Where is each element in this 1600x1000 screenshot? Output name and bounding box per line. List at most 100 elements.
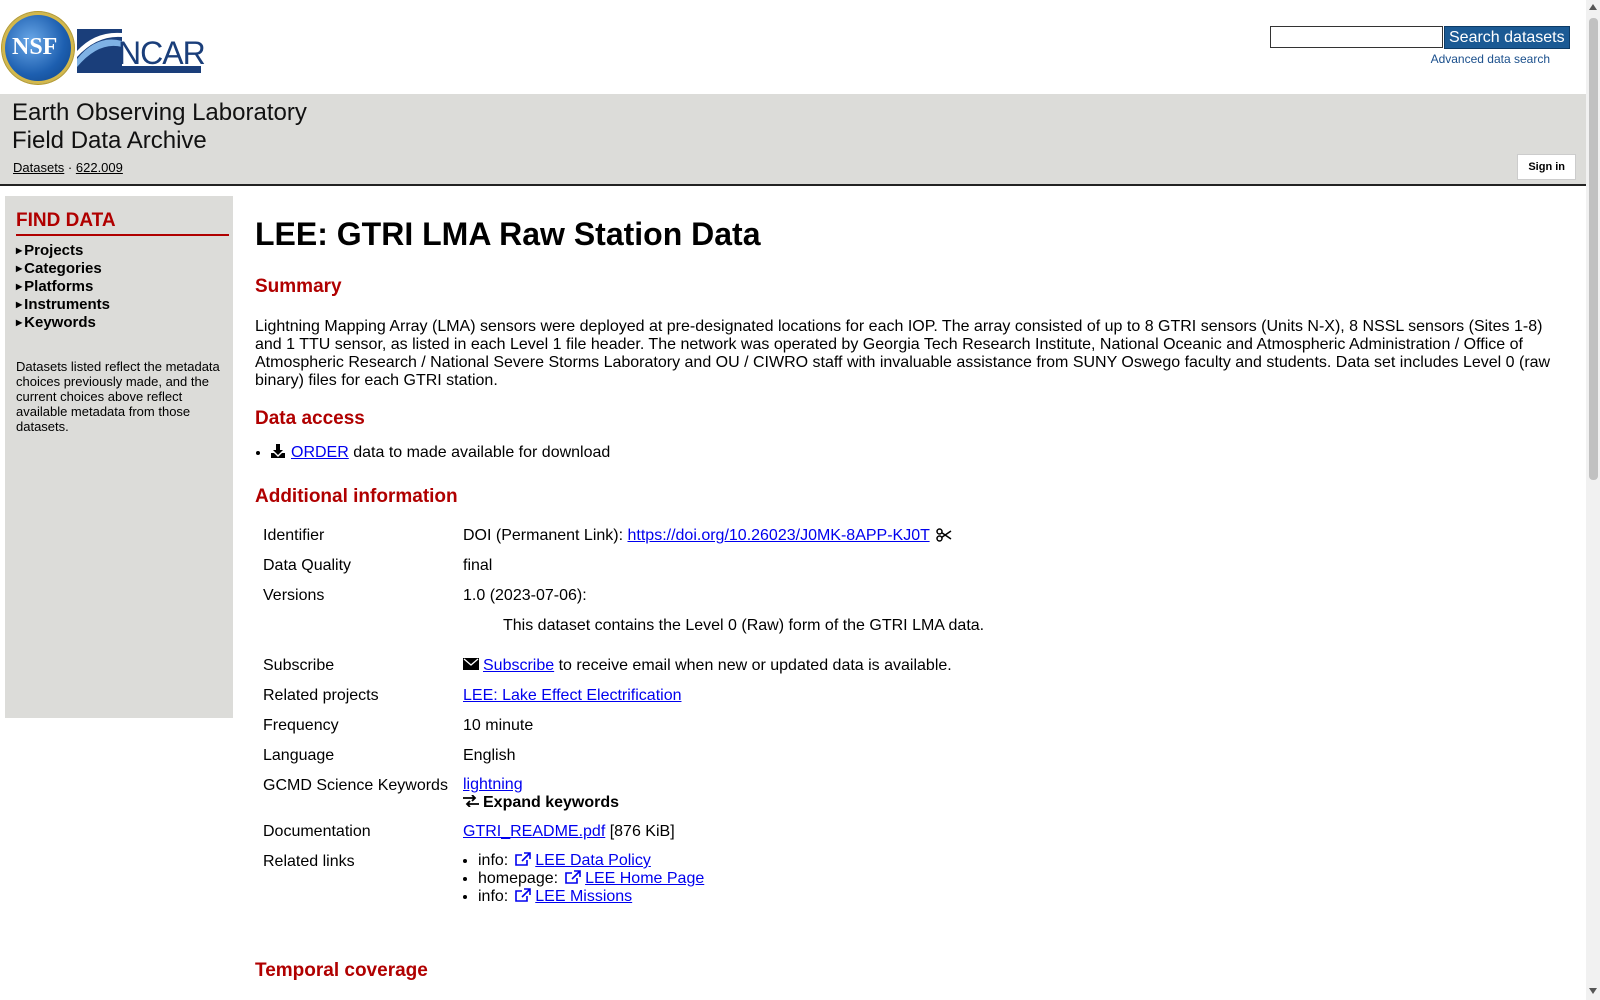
temporal-coverage-heading: Temporal coverage bbox=[255, 960, 428, 981]
site-title-line1: Earth Observing Laboratory bbox=[12, 99, 307, 126]
breadcrumb-dataset-id[interactable]: 622.009 bbox=[76, 160, 123, 175]
documentation-link[interactable]: GTRI_README.pdf bbox=[463, 823, 605, 840]
table-row: Data Quality final bbox=[258, 551, 989, 581]
subscribe-value: Subscribe to receive email when new or u… bbox=[458, 651, 989, 681]
search-input[interactable] bbox=[1270, 26, 1443, 48]
versions-label: Versions bbox=[263, 587, 325, 604]
related-links-list: info: LEE Data Policy homepage: LEE Home… bbox=[463, 852, 984, 906]
list-item: info: LEE Data Policy bbox=[478, 852, 984, 870]
data-access-item: ORDER data to made available for downloa… bbox=[271, 444, 610, 462]
subscribe-link[interactable]: Subscribe bbox=[483, 657, 554, 674]
sidebar-item-projects[interactable]: Projects bbox=[16, 242, 110, 260]
breadcrumb: Datasets · 622.009 bbox=[13, 160, 123, 175]
top-header: NSF NCAR Search datasets Advanced data s… bbox=[0, 0, 1586, 94]
external-link-icon bbox=[515, 852, 532, 866]
version-number: 1.0 (2023-07-06): bbox=[463, 587, 587, 604]
nsf-logo-text: NSF bbox=[12, 34, 58, 60]
sidebar-item-instruments[interactable]: Instruments bbox=[16, 296, 110, 314]
additional-information-heading: Additional information bbox=[255, 486, 458, 507]
related-projects-label: Related projects bbox=[263, 687, 379, 704]
data-access-list: ORDER data to made available for downloa… bbox=[255, 444, 610, 462]
find-data-list: Projects Categories Platforms Instrument… bbox=[16, 242, 110, 332]
data-quality-value: final bbox=[463, 557, 493, 574]
page-title: LEE: GTRI LMA Raw Station Data bbox=[255, 216, 761, 252]
scroll-down-arrow-icon[interactable] bbox=[1589, 988, 1597, 994]
related-project-link[interactable]: LEE: Lake Effect Electrification bbox=[463, 687, 681, 704]
nsf-logo[interactable]: NSF bbox=[2, 12, 74, 84]
scroll-up-arrow-icon[interactable] bbox=[1589, 4, 1597, 10]
gcmd-keywords-label: GCMD Science Keywords bbox=[263, 777, 448, 794]
site-title-line2: Field Data Archive bbox=[12, 127, 207, 154]
summary-heading: Summary bbox=[255, 276, 342, 297]
related-link-type: homepage: bbox=[478, 870, 559, 887]
page-scrollbar[interactable] bbox=[1586, 0, 1600, 1000]
identifier-label: Identifier bbox=[263, 527, 325, 544]
related-link-missions[interactable]: LEE Missions bbox=[535, 888, 632, 905]
related-links-label: Related links bbox=[263, 853, 355, 870]
related-link-data-policy[interactable]: LEE Data Policy bbox=[535, 852, 651, 869]
documentation-value: GTRI_README.pdf [876 KiB] bbox=[458, 817, 989, 847]
related-link-home-page[interactable]: LEE Home Page bbox=[585, 870, 704, 887]
frequency-label: Frequency bbox=[263, 717, 339, 734]
expand-keywords-button[interactable]: Expand keywords bbox=[463, 794, 619, 811]
list-item: homepage: LEE Home Page bbox=[478, 870, 984, 888]
keyword-link-lightning[interactable]: lightning bbox=[463, 776, 523, 793]
doi-link[interactable]: https://doi.org/10.26023/J0MK-8APP-KJ0T bbox=[628, 527, 930, 544]
sidebar-item-keywords[interactable]: Keywords bbox=[16, 314, 110, 332]
sidebar-note: Datasets listed reflect the metadata cho… bbox=[16, 359, 220, 434]
expand-keywords-label: Expand keywords bbox=[483, 794, 620, 811]
sidebar: FIND DATA Projects Categories Platforms … bbox=[5, 196, 233, 718]
summary-text: Lightning Mapping Array (LMA) sensors we… bbox=[255, 318, 1551, 389]
related-projects-value: LEE: Lake Effect Electrification bbox=[458, 681, 989, 711]
ncar-swoosh-icon bbox=[77, 29, 122, 73]
documentation-label: Documentation bbox=[263, 823, 371, 840]
frequency-value: 10 minute bbox=[463, 717, 534, 734]
scrollbar-thumb[interactable] bbox=[1589, 18, 1598, 480]
search-datasets-button[interactable]: Search datasets bbox=[1444, 26, 1570, 49]
related-link-type: info: bbox=[478, 852, 509, 869]
scissors-icon[interactable] bbox=[936, 528, 952, 542]
external-link-icon bbox=[515, 888, 532, 902]
advanced-search-link[interactable]: Advanced data search bbox=[1431, 52, 1550, 66]
site-title[interactable]: Earth Observing Laboratory Field Data Ar… bbox=[12, 99, 307, 155]
additional-information-table: Identifier DOI (Permanent Link): https:/… bbox=[258, 521, 989, 911]
related-links-value: info: LEE Data Policy homepage: LEE Home… bbox=[458, 847, 989, 911]
table-row: Related links info: LEE Data Policy home… bbox=[258, 847, 989, 911]
subscribe-label: Subscribe bbox=[263, 657, 335, 674]
table-row: Language English bbox=[258, 741, 989, 771]
version-note: This dataset contains the Level 0 (Raw) … bbox=[503, 617, 985, 634]
identifier-prefix: DOI (Permanent Link): bbox=[463, 527, 628, 544]
data-quality-label: Data Quality bbox=[263, 557, 352, 574]
download-icon bbox=[271, 444, 285, 458]
sidebar-item-categories[interactable]: Categories bbox=[16, 260, 110, 278]
list-item: info: LEE Missions bbox=[478, 888, 984, 906]
versions-value: 1.0 (2023-07-06): This dataset contains … bbox=[458, 581, 989, 651]
exchange-icon bbox=[463, 795, 479, 807]
sign-in-button[interactable]: Sign in bbox=[1517, 154, 1576, 180]
order-link[interactable]: ORDER bbox=[291, 444, 349, 461]
table-row: Related projects LEE: Lake Effect Electr… bbox=[258, 681, 989, 711]
language-label: Language bbox=[263, 747, 335, 764]
find-data-heading: FIND DATA bbox=[16, 210, 229, 236]
subscribe-text: to receive email when new or updated dat… bbox=[554, 657, 952, 674]
table-row: Identifier DOI (Permanent Link): https:/… bbox=[258, 521, 989, 551]
ncar-logo[interactable]: NCAR bbox=[77, 29, 206, 74]
breadcrumb-separator: · bbox=[64, 160, 76, 175]
table-row: Documentation GTRI_README.pdf [876 KiB] bbox=[258, 817, 989, 847]
breadcrumb-datasets[interactable]: Datasets bbox=[13, 160, 64, 175]
data-access-heading: Data access bbox=[255, 408, 365, 429]
gcmd-keywords-value: lightning Expand keywords bbox=[458, 771, 989, 817]
table-row: Versions 1.0 (2023-07-06): This dataset … bbox=[258, 581, 989, 651]
documentation-size: [876 KiB] bbox=[605, 823, 675, 840]
language-value: English bbox=[463, 747, 516, 764]
table-row: Frequency 10 minute bbox=[258, 711, 989, 741]
table-row: Subscribe Subscribe to receive email whe… bbox=[258, 651, 989, 681]
order-text: data to made available for download bbox=[348, 444, 611, 461]
ncar-logo-bar bbox=[119, 66, 201, 73]
envelope-icon bbox=[463, 658, 479, 670]
table-row: GCMD Science Keywords lightning Expand k… bbox=[258, 771, 989, 817]
site-banner: Earth Observing Laboratory Field Data Ar… bbox=[0, 94, 1586, 186]
sidebar-item-platforms[interactable]: Platforms bbox=[16, 278, 110, 296]
identifier-value: DOI (Permanent Link): https://doi.org/10… bbox=[458, 521, 989, 551]
related-link-type: info: bbox=[478, 888, 509, 905]
